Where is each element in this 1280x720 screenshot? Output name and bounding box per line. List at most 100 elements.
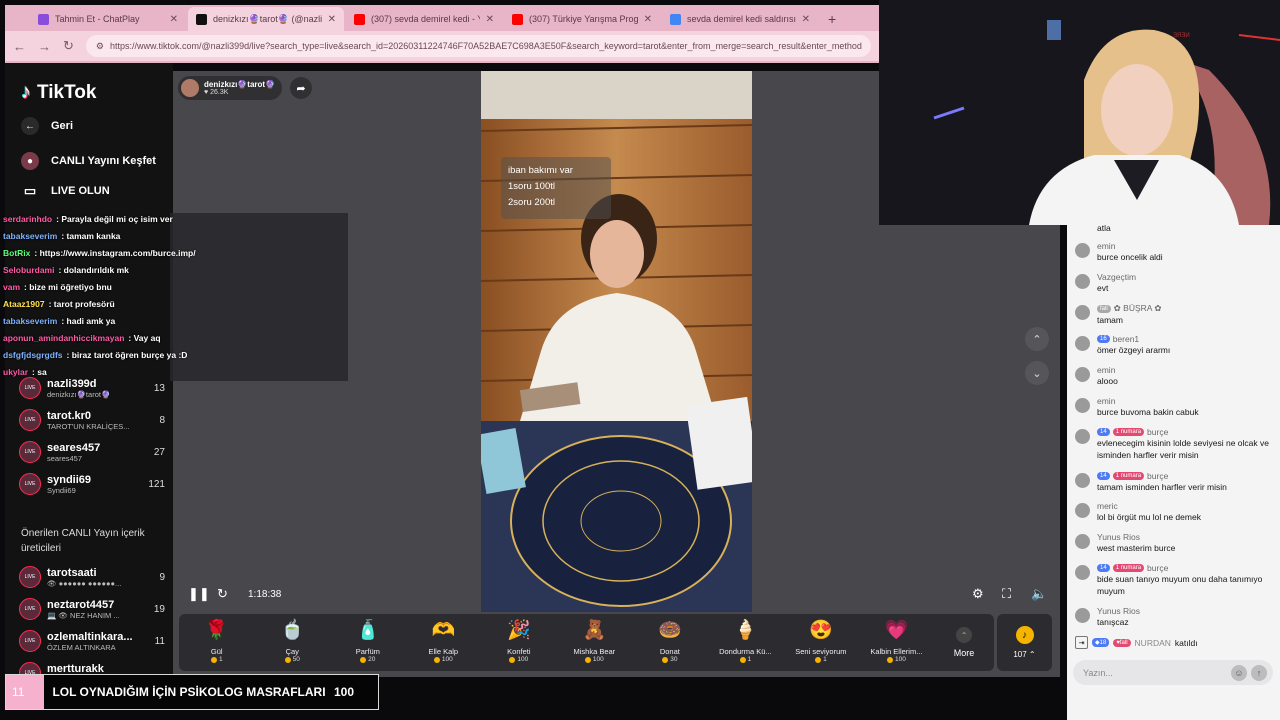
pause-icon[interactable]: ❚❚ — [188, 586, 210, 602]
chat-avatar[interactable] — [1075, 534, 1090, 549]
chat-avatar[interactable] — [1075, 274, 1090, 289]
following-item[interactable]: LIVE syndii69 Syndii69 121 — [19, 473, 165, 495]
chat-text: lol bi örgüt mu lol ne demek — [1097, 512, 1201, 522]
close-tab-icon[interactable]: ✕ — [328, 14, 336, 25]
following-item[interactable]: LIVE nazli399d denizkızı🔮tarot🔮 13 — [19, 377, 165, 399]
following-item[interactable]: LIVE tarot.kr0 TAROT'UN KRALİÇES... 8 — [19, 409, 165, 431]
chat-avatar[interactable] — [1075, 336, 1090, 351]
gift-item[interactable]: 🍦 Dondurma Kü... 1 — [708, 614, 784, 671]
chat-username[interactable]: ✿ BÜŞRA ✿ — [1114, 303, 1162, 314]
close-tab-icon[interactable]: ✕ — [802, 14, 810, 25]
more-gifts-button[interactable]: ⌃ More — [934, 614, 994, 671]
send-icon[interactable]: ↑ — [1251, 664, 1267, 681]
close-tab-icon[interactable]: ✕ — [644, 14, 652, 25]
chat-username[interactable]: burçe — [1147, 471, 1168, 481]
share-icon[interactable]: ➦ — [290, 77, 312, 99]
chat-avatar[interactable] — [1075, 503, 1090, 518]
gift-item[interactable]: 🌹 Gül 1 — [179, 614, 255, 671]
overlay-chat-user: dsfgfjdsgrgdfs — [3, 350, 63, 360]
settings-icon[interactable]: ⚙ — [972, 586, 984, 602]
back-link[interactable]: ← Geri — [21, 117, 73, 135]
chat-avatar[interactable] — [1075, 243, 1090, 258]
overlay-chat-line: serdarinhdo: Parayla değil mi oç isim ve… — [3, 214, 173, 224]
back-icon[interactable]: ← — [13, 39, 26, 54]
next-live-icon[interactable]: ⌄ — [1025, 361, 1049, 385]
chat-username[interactable]: beren1 — [1113, 334, 1139, 344]
gift-item[interactable]: 😍 Seni seviyorum 1 — [783, 614, 859, 671]
browser-tab[interactable]: Tahmin Et - ChatPlay ✕ — [30, 7, 186, 31]
chat-avatar[interactable] — [1075, 305, 1090, 320]
go-live-link[interactable]: ▭ LIVE OLUN — [21, 182, 110, 200]
volume-icon[interactable]: 🔈 — [1031, 586, 1047, 602]
browser-tab[interactable]: denizkızı🔮tarot🔮 (@nazli ✕ — [188, 7, 344, 31]
overlay-chat-text: : bize mi öğretiyo bnu — [24, 282, 112, 292]
fullscreen-icon[interactable]: ⛶ — [1002, 586, 1011, 602]
browser-tab[interactable]: (307) sevda demirel kedi - YouT ✕ — [346, 7, 502, 31]
chat-username[interactable]: emin — [1097, 241, 1115, 251]
gift-item[interactable]: 💗 Kalbin Ellerim... 100 — [859, 614, 935, 671]
chat-header: Yunus Rios — [1097, 606, 1140, 616]
overlay-chat-backdrop — [170, 213, 348, 381]
chat-avatar[interactable] — [1075, 429, 1090, 444]
browser-tab[interactable]: sevda demirel kedi saldırısı - Go ✕ — [662, 7, 818, 31]
gift-item[interactable]: 🍵 Çay 50 — [255, 614, 331, 671]
chat-message: 14 1 numara burçe bide suan tanıyo muyum on… — [1075, 563, 1271, 597]
recommended-item[interactable]: LIVE neztarot4457 💻 👁 NEZ HANIM ... 19 — [19, 598, 165, 620]
chat-username[interactable]: emin — [1097, 365, 1115, 375]
chat-username[interactable]: burçe — [1147, 427, 1168, 437]
refresh-icon[interactable]: ↻ — [217, 586, 228, 602]
live-video[interactable]: iban bakımı var 1soru 100tl 2soru 200tl — [481, 71, 752, 612]
chat-username[interactable]: Yunus Rios — [1097, 532, 1140, 542]
coin-balance[interactable]: ♪ 107 ⌃ — [997, 614, 1052, 671]
chat-text: alooo — [1097, 376, 1118, 386]
viewer-count-value: 26.3K — [210, 89, 229, 96]
reload-icon[interactable]: ↻ — [63, 38, 74, 54]
recommended-item[interactable]: LIVE tarotsaati 👁 ●●●●●● ●●●●●●... 9 — [19, 566, 165, 588]
chat-avatar[interactable] — [1075, 608, 1090, 623]
chat-username[interactable]: Yunus Rios — [1097, 606, 1140, 616]
tab-title: Tahmin Et - ChatPlay — [55, 14, 140, 24]
gift-item[interactable]: 🍩 Donat 30 — [632, 614, 708, 671]
emoji-icon[interactable]: ☺ — [1231, 664, 1247, 681]
overlay-chat-text: : tamam kanka — [61, 231, 121, 241]
more-label: More — [953, 648, 975, 658]
explore-live-link[interactable]: ● CANLI Yayını Keşfet — [21, 152, 156, 170]
previous-live-icon[interactable]: ⌃ — [1025, 327, 1049, 351]
chat-avatar[interactable] — [1075, 473, 1090, 488]
site-info-icon[interactable]: ⚙ — [96, 41, 104, 52]
chat-username[interactable]: Vazgeçtim — [1097, 272, 1136, 282]
gift-item[interactable]: 🧴 Parfüm 20 — [330, 614, 406, 671]
gift-item[interactable]: 🫶 Elle Kalp 100 — [406, 614, 482, 671]
chat-avatar[interactable] — [1075, 565, 1090, 580]
caption-line: iban bakımı var — [508, 165, 573, 176]
host-chip[interactable]: denizkızı🔮tarot🔮 ♥ 26.3K — [178, 76, 282, 100]
video-frame — [481, 71, 752, 612]
tiktok-logo[interactable]: ♪ TikTok — [21, 81, 96, 104]
forward-icon[interactable]: → — [38, 39, 51, 54]
logo-text: TikTok — [37, 81, 97, 103]
tiktok-note-icon: ♪ — [21, 81, 31, 103]
chat-username[interactable]: burçe — [1147, 563, 1168, 573]
chat-text: atla — [1097, 223, 1111, 233]
viewer-count: 27 — [153, 446, 165, 458]
join-notice: ⇥ ◆18 ♥fall NURDAN katıldı — [1075, 636, 1198, 649]
chat-username[interactable]: emin — [1097, 396, 1115, 406]
gift-item[interactable]: 🎉 Konfeti 100 — [481, 614, 557, 671]
chat-avatar[interactable] — [1075, 398, 1090, 413]
user-info: tarot.kr0 TAROT'UN KRALİÇES... — [47, 410, 153, 431]
url-field[interactable]: ⚙ https://www.tiktok.com/@nazli399d/live… — [85, 35, 871, 57]
new-tab-icon[interactable]: + — [820, 11, 844, 31]
overlay-chat-text: : dolandırıldık mk — [58, 265, 129, 275]
close-tab-icon[interactable]: ✕ — [170, 14, 178, 25]
user-nickname: seares457 — [47, 453, 83, 463]
chat-username[interactable]: meric — [1097, 501, 1118, 511]
chat-avatar[interactable] — [1075, 367, 1090, 382]
browser-tab[interactable]: (307) Türkiye Yarışma Programı ✕ — [504, 7, 660, 31]
close-tab-icon[interactable]: ✕ — [486, 14, 494, 25]
gift-price-value: 20 — [368, 656, 376, 663]
recommended-item[interactable]: LIVE ozlemaltinkara... ÖZLEM ALTINKARA 11 — [19, 630, 165, 652]
gift-item[interactable]: 🧸 Mishka Bear 100 — [557, 614, 633, 671]
overlay-chat-line: aponun_amindanhiccikmayan: Vay aq — [3, 333, 161, 343]
following-item[interactable]: LIVE seares457 seares457 27 — [19, 441, 165, 463]
chat-input[interactable]: Yazın... ☺ ↑ — [1073, 660, 1273, 685]
